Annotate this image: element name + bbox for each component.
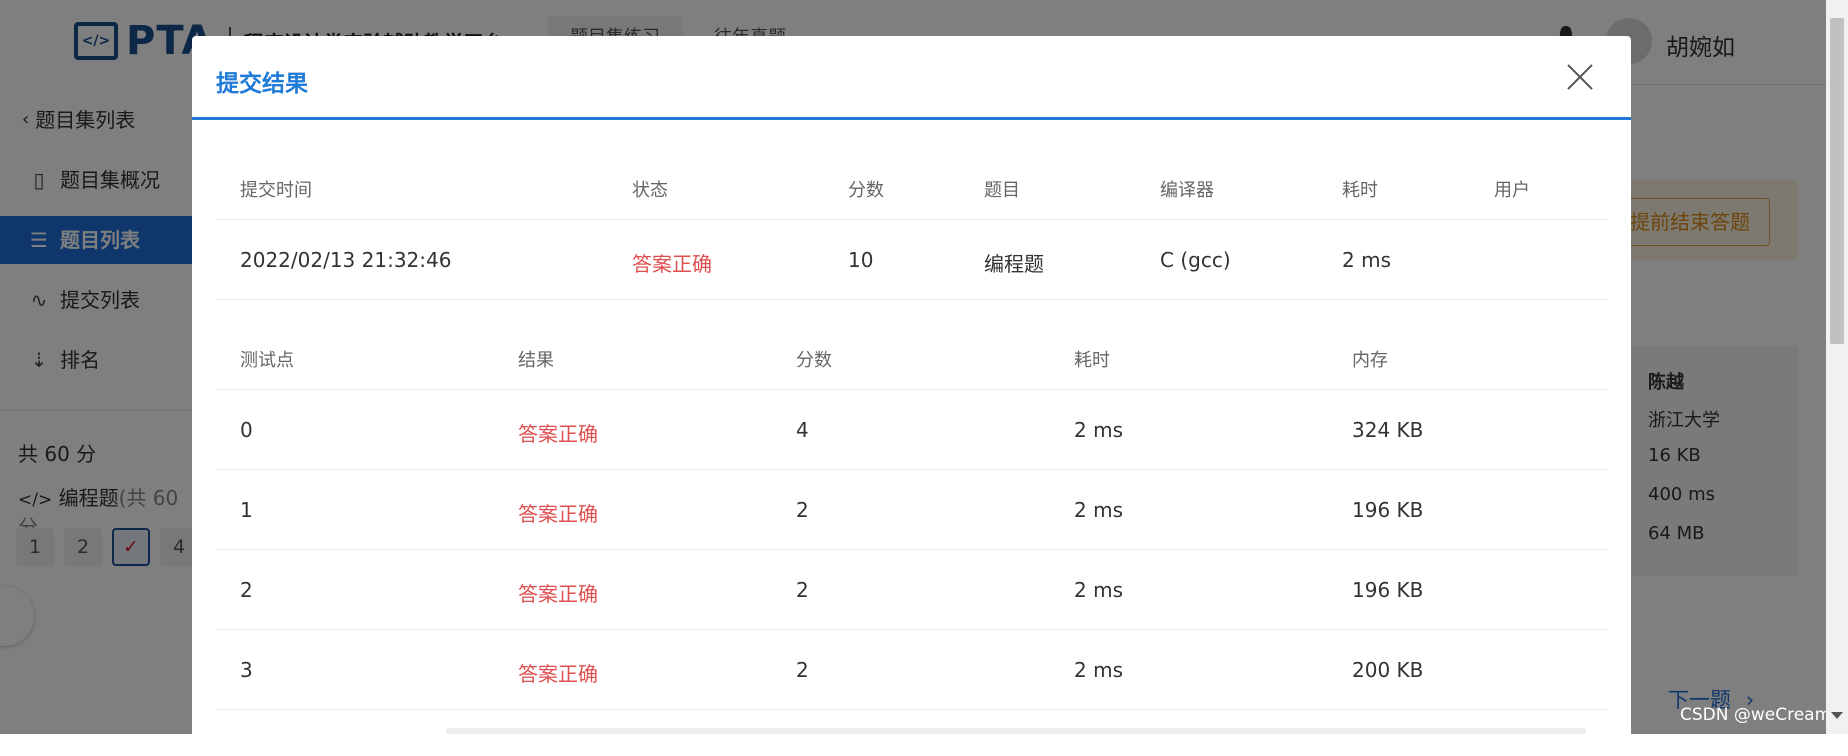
header-compiler: 编译器 xyxy=(1160,180,1214,201)
status-correct: 答案正确 xyxy=(632,252,712,276)
table-row: 3 答案正确 2 2 ms 200 KB xyxy=(216,630,1608,710)
test-memory: 324 KB xyxy=(1352,418,1424,442)
dialog-header: 提交结果 xyxy=(192,36,1631,120)
table-header-row: 提交时间 状态 分数 题目 编译器 耗时 用户 xyxy=(216,140,1608,220)
scroll-down-arrow-icon[interactable] xyxy=(1831,712,1843,719)
test-score: 2 xyxy=(796,498,809,522)
test-case-table: 测试点 结果 分数 耗时 内存 0 答案正确 4 2 ms 324 KB 1 答… xyxy=(216,310,1608,710)
header-problem: 题目 xyxy=(984,180,1020,201)
table-row: 2022/02/13 21:32:46 答案正确 10 编程题 C (gcc) … xyxy=(216,220,1608,300)
test-result: 答案正确 xyxy=(518,582,598,606)
test-result: 答案正确 xyxy=(518,662,598,686)
table-row: 1 答案正确 2 2 ms 196 KB xyxy=(216,470,1608,550)
test-memory: 196 KB xyxy=(1352,498,1424,522)
table-horizontal-scrollbar[interactable] xyxy=(446,728,1586,734)
score: 10 xyxy=(848,248,874,272)
header-score: 分数 xyxy=(848,180,884,201)
compiler: C (gcc) xyxy=(1160,248,1231,272)
test-time: 2 ms xyxy=(1074,578,1123,602)
test-score: 4 xyxy=(796,418,809,442)
test-score: 2 xyxy=(796,578,809,602)
header-time: 耗时 xyxy=(1074,350,1110,371)
header-memory: 内存 xyxy=(1352,350,1388,371)
header-score: 分数 xyxy=(796,350,832,371)
dialog-title: 提交结果 xyxy=(216,71,308,97)
test-case-id: 0 xyxy=(240,418,253,442)
page-scrollbar[interactable] xyxy=(1826,0,1848,734)
test-result: 答案正确 xyxy=(518,502,598,526)
header-test-case: 测试点 xyxy=(240,350,294,371)
test-result: 答案正确 xyxy=(518,422,598,446)
test-memory: 200 KB xyxy=(1352,658,1424,682)
table-row: 2 答案正确 2 2 ms 196 KB xyxy=(216,550,1608,630)
test-time: 2 ms xyxy=(1074,498,1123,522)
problem-type: 编程题 xyxy=(984,252,1044,276)
header-status: 状态 xyxy=(632,180,668,201)
test-memory: 196 KB xyxy=(1352,578,1424,602)
header-time: 耗时 xyxy=(1342,180,1378,201)
test-time: 2 ms xyxy=(1074,658,1123,682)
table-row: 0 答案正确 4 2 ms 324 KB xyxy=(216,390,1608,470)
elapsed-time: 2 ms xyxy=(1342,248,1391,272)
submission-summary-table: 提交时间 状态 分数 题目 编译器 耗时 用户 2022/02/13 21:32… xyxy=(216,140,1608,300)
close-icon[interactable] xyxy=(1565,62,1595,92)
test-time: 2 ms xyxy=(1074,418,1123,442)
header-submit-time: 提交时间 xyxy=(240,180,312,201)
submit-time: 2022/02/13 21:32:46 xyxy=(240,248,452,272)
test-case-id: 2 xyxy=(240,578,253,602)
header-result: 结果 xyxy=(518,350,554,371)
test-score: 2 xyxy=(796,658,809,682)
watermark: CSDN @weCream xyxy=(1680,705,1832,725)
header-user: 用户 xyxy=(1494,180,1530,201)
table-header-row: 测试点 结果 分数 耗时 内存 xyxy=(216,310,1608,390)
test-case-id: 1 xyxy=(240,498,253,522)
test-case-id: 3 xyxy=(240,658,253,682)
submission-result-dialog: 提交结果 提交时间 状态 分数 题目 编译器 耗时 用户 2022/02/13 … xyxy=(192,36,1631,756)
scrollbar-thumb[interactable] xyxy=(1830,18,1844,344)
